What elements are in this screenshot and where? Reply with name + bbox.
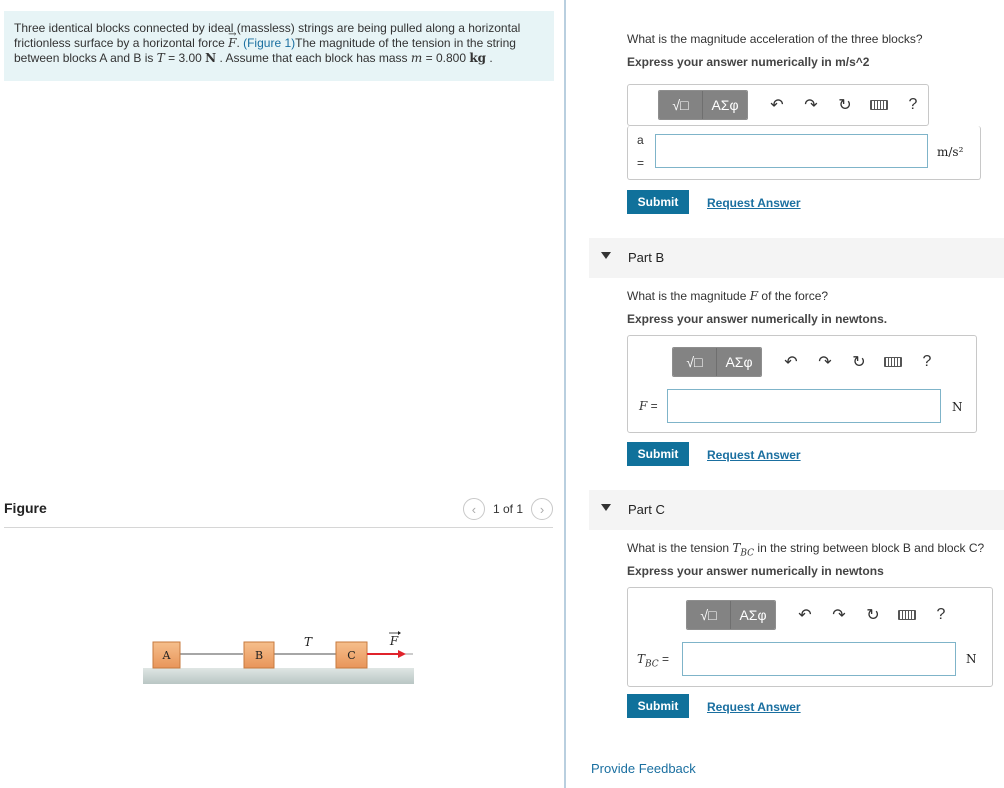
figure-header: Figure ‹ 1 of 1 › bbox=[4, 496, 553, 528]
tension-unit: N bbox=[205, 51, 217, 65]
help-button[interactable]: ? bbox=[900, 92, 926, 118]
part-c-title: Part C bbox=[628, 502, 665, 517]
part-c-submit-button[interactable]: Submit bbox=[627, 694, 689, 718]
part-a-request-answer-link[interactable]: Request Answer bbox=[707, 196, 801, 210]
problem-statement: Three identical blocks connected by idea… bbox=[4, 11, 554, 81]
block-a: A bbox=[152, 641, 181, 669]
figure-pager: ‹ 1 of 1 › bbox=[462, 498, 553, 520]
mass-unit: kg bbox=[469, 51, 487, 65]
svg-text:C: C bbox=[347, 649, 355, 662]
force-arrow: F bbox=[367, 631, 406, 658]
keyboard-icon[interactable] bbox=[866, 92, 892, 118]
part-b-answer-input[interactable] bbox=[667, 389, 941, 423]
part-a-answer-input[interactable] bbox=[655, 134, 928, 168]
figure-link[interactable]: (Figure 1) bbox=[243, 36, 295, 50]
block-b: B bbox=[243, 641, 275, 669]
blocks-figure: A B C T F bbox=[140, 628, 420, 688]
part-a-question: What is the magnitude acceleration of th… bbox=[627, 32, 923, 46]
redo-icon[interactable]: ↷ bbox=[798, 92, 824, 118]
problem-pane: Three identical blocks connected by idea… bbox=[0, 0, 566, 788]
part-c-toolbar: √□ ΑΣφ ↶ ↷ ↻ ? bbox=[686, 600, 954, 630]
math-template-button[interactable]: √□ ΑΣφ bbox=[686, 600, 776, 630]
keyboard-icon[interactable] bbox=[880, 349, 906, 375]
part-b-variable: F = bbox=[639, 399, 658, 413]
sqrt-template-icon[interactable]: √□ bbox=[659, 91, 703, 119]
part-a-variable: a bbox=[637, 133, 644, 147]
caret-down-icon bbox=[601, 252, 611, 259]
undo-icon[interactable]: ↶ bbox=[778, 349, 804, 375]
caret-down-icon bbox=[601, 504, 611, 511]
part-c-unit: N bbox=[966, 652, 977, 666]
help-button[interactable]: ? bbox=[928, 602, 954, 628]
greek-symbols-button[interactable]: ΑΣφ bbox=[731, 601, 775, 629]
chevron-right-icon[interactable]: › bbox=[531, 498, 553, 520]
tension-label: T bbox=[304, 635, 313, 649]
part-b-question: What is the magnitude F of the force? bbox=[627, 289, 829, 303]
part-a-equals: = bbox=[637, 156, 645, 170]
sqrt-template-icon[interactable]: √□ bbox=[673, 348, 717, 376]
part-c-question: What is the tension TBC in the string be… bbox=[627, 541, 985, 559]
mass-symbol: m bbox=[410, 51, 423, 65]
floor-surface bbox=[143, 668, 414, 684]
part-b-instruction: Express your answer numerically in newto… bbox=[627, 312, 888, 326]
math-template-button[interactable]: √□ ΑΣφ bbox=[672, 347, 762, 377]
math-template-button[interactable]: √□ ΑΣφ bbox=[658, 90, 748, 120]
questions-pane: What is the magnitude acceleration of th… bbox=[568, 0, 1004, 788]
reset-icon[interactable]: ↻ bbox=[846, 349, 872, 375]
part-b-header[interactable]: Part B bbox=[589, 238, 1004, 278]
tension-symbol: T bbox=[156, 51, 165, 65]
undo-icon[interactable]: ↶ bbox=[792, 602, 818, 628]
help-button[interactable]: ? bbox=[914, 349, 940, 375]
reset-icon[interactable]: ↻ bbox=[860, 602, 886, 628]
part-c-answer-input[interactable] bbox=[682, 642, 956, 676]
part-b-title: Part B bbox=[628, 250, 665, 265]
part-a-unit: m/s² bbox=[937, 145, 964, 159]
greek-symbols-button[interactable]: ΑΣφ bbox=[703, 91, 747, 119]
part-b-unit: N bbox=[952, 400, 963, 414]
part-c-variable: TBC = bbox=[637, 652, 670, 670]
pager-count: 1 of 1 bbox=[492, 502, 523, 516]
redo-icon[interactable]: ↷ bbox=[812, 349, 838, 375]
svg-text:B: B bbox=[255, 649, 263, 662]
greek-symbols-button[interactable]: ΑΣφ bbox=[717, 348, 761, 376]
part-c-request-answer-link[interactable]: Request Answer bbox=[707, 700, 801, 714]
force-vector-symbol: → F bbox=[228, 29, 237, 50]
provide-feedback-link[interactable]: Provide Feedback bbox=[591, 761, 696, 776]
figure-title: Figure bbox=[4, 500, 47, 516]
part-a-toolbar: √□ ΑΣφ ↶ ↷ ↻ ? bbox=[658, 90, 926, 120]
block-c: C bbox=[335, 641, 368, 669]
part-a-instruction: Express your answer numerically in m/s^2 bbox=[627, 55, 870, 69]
reset-icon[interactable]: ↻ bbox=[832, 92, 858, 118]
part-b-request-answer-link[interactable]: Request Answer bbox=[707, 448, 801, 462]
part-b-toolbar: √□ ΑΣφ ↶ ↷ ↻ ? bbox=[672, 347, 940, 377]
svg-text:A: A bbox=[162, 649, 172, 662]
svg-text:F: F bbox=[389, 634, 399, 648]
part-c-instruction: Express your answer numerically in newto… bbox=[627, 564, 884, 578]
part-c-header[interactable]: Part C bbox=[589, 490, 1004, 530]
keyboard-icon[interactable] bbox=[894, 602, 920, 628]
undo-icon[interactable]: ↶ bbox=[764, 92, 790, 118]
chevron-left-icon[interactable]: ‹ bbox=[462, 498, 485, 520]
part-b-submit-button[interactable]: Submit bbox=[627, 442, 689, 466]
part-a-toolbar-box: √□ ΑΣφ ↶ ↷ ↻ ? bbox=[627, 84, 929, 126]
redo-icon[interactable]: ↷ bbox=[826, 602, 852, 628]
sqrt-template-icon[interactable]: √□ bbox=[687, 601, 731, 629]
part-a-submit-button[interactable]: Submit bbox=[627, 190, 689, 214]
